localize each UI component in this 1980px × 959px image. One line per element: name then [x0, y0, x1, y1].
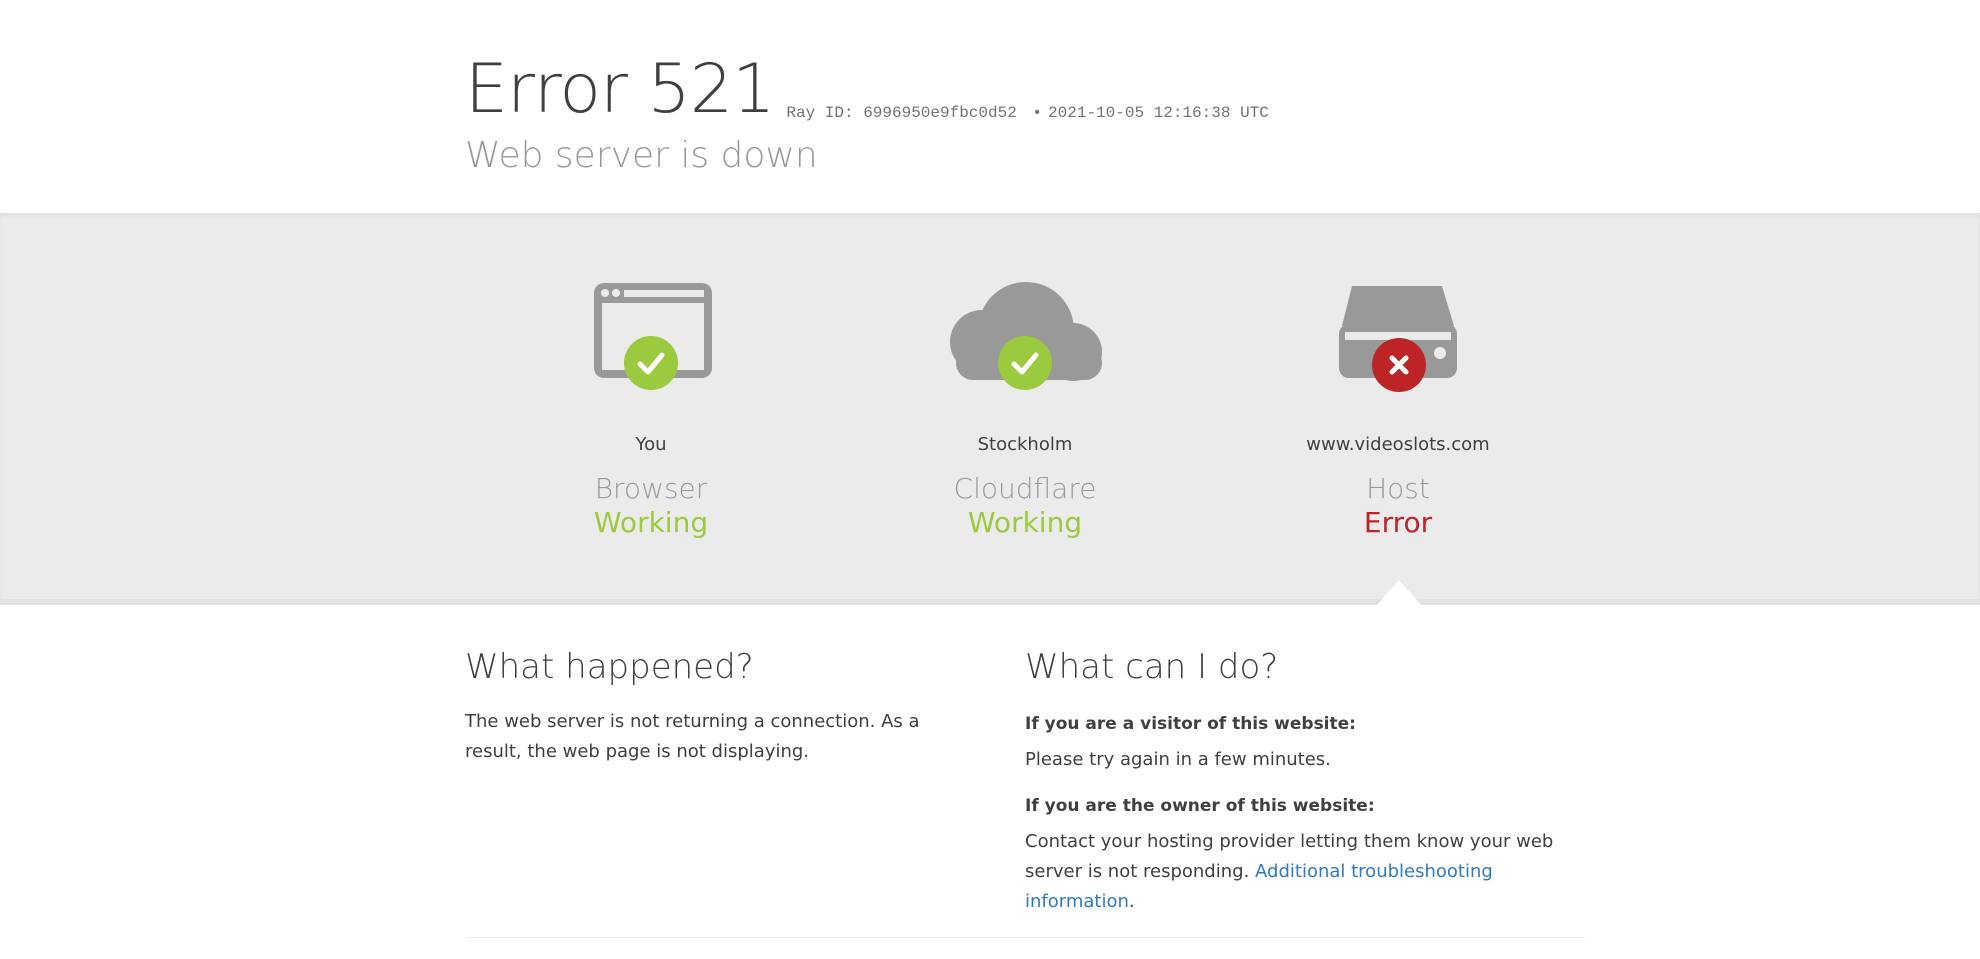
node-name-cloudflare: Stockholm [977, 434, 1073, 455]
node-name-browser: You [635, 434, 667, 455]
status-node-browser: You Browser Working [501, 280, 801, 541]
server-icon-wrap [1308, 280, 1488, 400]
cloud-icon-wrap [935, 280, 1115, 400]
info-content: What happened? The web server is not ret… [0, 605, 1980, 959]
x-icon [1372, 338, 1426, 392]
status-node-cloudflare: Stockholm Cloudflare Working [875, 280, 1175, 541]
node-role-cloudflare: Cloudflare [953, 472, 1097, 505]
visitor-heading: If you are a visitor of this website: [1025, 714, 1356, 734]
owner-period: . [1128, 891, 1135, 912]
owner-heading: If you are the owner of this website: [1025, 796, 1375, 816]
what-happened-heading: What happened? [465, 647, 754, 687]
ray-label: Ray ID: [786, 104, 854, 122]
node-role-browser: Browser [594, 472, 708, 505]
header-inner: Error 521 Ray ID: 6996950e9fbc0d52 • 2021… [465, 48, 1585, 178]
browser-icon-wrap [561, 280, 741, 400]
footer-divider [465, 937, 1585, 938]
node-state-cloudflare: Working [967, 506, 1083, 539]
title-row: Error 521 Ray ID: 6996950e9fbc0d52 • 2021… [465, 48, 1585, 132]
node-name-host: www.videoslots.com [1306, 434, 1490, 455]
ray-id: 6996950e9fbc0d52 [863, 104, 1017, 122]
host-pointer-arrow [1377, 580, 1421, 605]
node-state-browser: Working [593, 506, 709, 539]
check-icon [624, 336, 678, 390]
node-role-host: Host [1366, 472, 1430, 505]
node-state-host: Error [1363, 506, 1433, 539]
visitor-text: Please try again in a few minutes. [1025, 749, 1331, 770]
error-title: Error 521 [465, 50, 775, 129]
what-happened-text: The web server is not returning a connec… [465, 711, 920, 762]
timestamp: 2021-10-05 12:16:38 UTC [1048, 104, 1269, 122]
what-can-i-do-heading: What can I do? [1025, 647, 1279, 687]
owner-paragraph: Contact your hosting provider letting th… [1025, 827, 1585, 917]
status-node-host: www.videoslots.com Host Error [1248, 280, 1548, 541]
error-subtitle: Web server is down [465, 135, 818, 176]
page-header: Error 521 Ray ID: 6996950e9fbc0d52 • 2021… [0, 0, 1980, 213]
what-happened-column: What happened? The web server is not ret… [465, 645, 965, 767]
separator-dot: • [1032, 104, 1043, 122]
check-icon [998, 336, 1052, 390]
ray-meta: Ray ID: 6996950e9fbc0d52 • 2021-10-05 12:… [786, 104, 1269, 122]
what-can-i-do-column: What can I do? If you are a visitor of t… [1025, 645, 1585, 917]
